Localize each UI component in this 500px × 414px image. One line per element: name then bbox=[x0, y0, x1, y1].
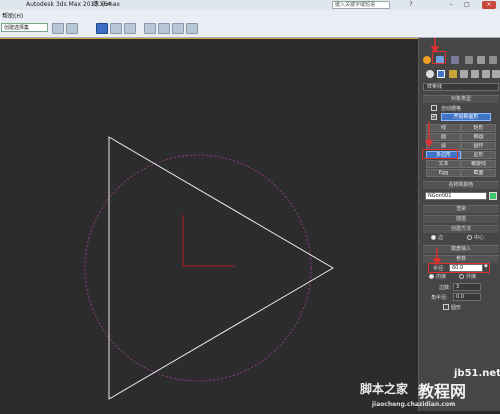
select-by-name-icon[interactable] bbox=[66, 23, 78, 34]
help-search-input[interactable]: 键入关键字或短语 bbox=[332, 1, 390, 9]
scene-explorer-icon[interactable] bbox=[96, 23, 108, 34]
curve-editor-icon[interactable] bbox=[124, 23, 136, 34]
viewport[interactable] bbox=[0, 38, 418, 411]
title-bar: Autodesk 3ds Max 2013 x64 练习.max 键入关键字或短… bbox=[0, 0, 500, 10]
viewport-canvas bbox=[84, 136, 334, 400]
close-icon[interactable]: × bbox=[482, 1, 496, 9]
corner-radius-input[interactable]: 0.0 bbox=[453, 293, 481, 301]
menu-bar: 帮助(H) bbox=[0, 10, 500, 20]
layer-manager-icon[interactable] bbox=[110, 23, 122, 34]
watermark-url: jiaocheng.chazidian.com bbox=[372, 401, 456, 408]
render-setup-icon[interactable] bbox=[172, 23, 184, 34]
watermark-prefix: 脚本之家 bbox=[360, 382, 409, 396]
file-name: 练习.max bbox=[93, 1, 120, 8]
watermark-cn: 教程网 bbox=[418, 382, 467, 401]
sides-input[interactable]: 3 bbox=[453, 283, 481, 291]
selection-set-dropdown[interactable]: 创建选择集 bbox=[1, 23, 48, 32]
select-icon[interactable] bbox=[52, 23, 64, 34]
minimize-icon[interactable]: – bbox=[446, 1, 456, 9]
material-editor-icon[interactable] bbox=[158, 23, 170, 34]
main-toolbar: 创建选择集 bbox=[0, 20, 500, 38]
circular-label: 圆形 bbox=[451, 305, 462, 311]
render-icon[interactable] bbox=[186, 23, 198, 34]
maximize-icon[interactable]: □ bbox=[462, 1, 472, 9]
schematic-view-icon[interactable] bbox=[144, 23, 156, 34]
ngon-triangle[interactable] bbox=[108, 136, 334, 400]
circular-checkbox[interactable] bbox=[443, 304, 449, 310]
annotation-arrows bbox=[424, 38, 442, 266]
pivot-axis bbox=[182, 215, 235, 267]
help-icon[interactable]: ? bbox=[406, 1, 416, 9]
sides-label: 边数: bbox=[439, 285, 451, 291]
corner-radius-label: 角半径: bbox=[431, 295, 448, 301]
menu-help[interactable]: 帮助(H) bbox=[2, 11, 23, 20]
